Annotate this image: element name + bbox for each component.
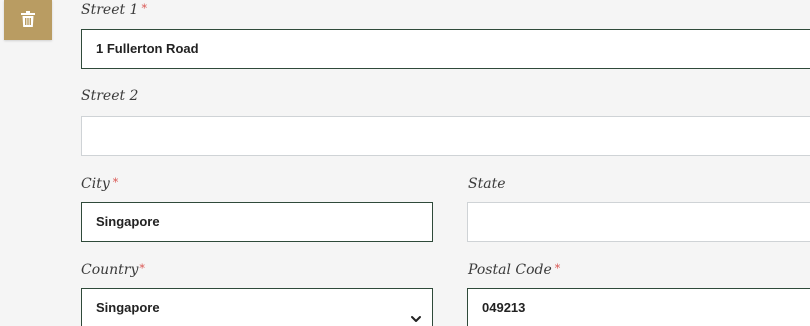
city-value: Singapore <box>96 214 160 229</box>
country-label: Country* <box>81 262 145 278</box>
city-label-text: City <box>81 176 110 192</box>
required-marker: * <box>141 2 147 15</box>
street1-label: Street 1 * <box>81 2 147 18</box>
country-label-text: Country <box>81 262 139 278</box>
postal-code-label: Postal Code * <box>468 262 560 278</box>
required-marker: * <box>139 262 145 275</box>
chevron-down-icon <box>410 302 422 322</box>
street1-input[interactable]: 1 Fullerton Road <box>81 29 810 69</box>
postal-code-value: 049213 <box>482 300 526 315</box>
country-select[interactable]: Singapore <box>81 288 433 326</box>
state-label: State <box>468 176 505 192</box>
required-marker: * <box>554 262 561 275</box>
postal-code-input[interactable]: 049213 <box>467 288 810 326</box>
street1-value: 1 Fullerton Road <box>96 41 199 56</box>
required-marker: * <box>112 176 119 189</box>
delete-address-button[interactable] <box>4 0 52 40</box>
street2-label-text: Street 2 <box>81 88 139 104</box>
street1-label-text: Street 1 <box>81 2 139 18</box>
city-input[interactable]: Singapore <box>81 202 433 242</box>
street2-input[interactable] <box>81 116 810 156</box>
postal-code-label-text: Postal Code <box>468 262 552 278</box>
city-label: City * <box>81 176 118 192</box>
country-value: Singapore <box>96 300 160 315</box>
trash-icon <box>21 10 35 30</box>
state-input[interactable] <box>467 202 810 242</box>
state-label-text: State <box>468 176 506 192</box>
address-form: Street 1 * 1 Fullerton Road Street 2 City… <box>0 0 810 326</box>
street2-label: Street 2 <box>81 88 138 104</box>
